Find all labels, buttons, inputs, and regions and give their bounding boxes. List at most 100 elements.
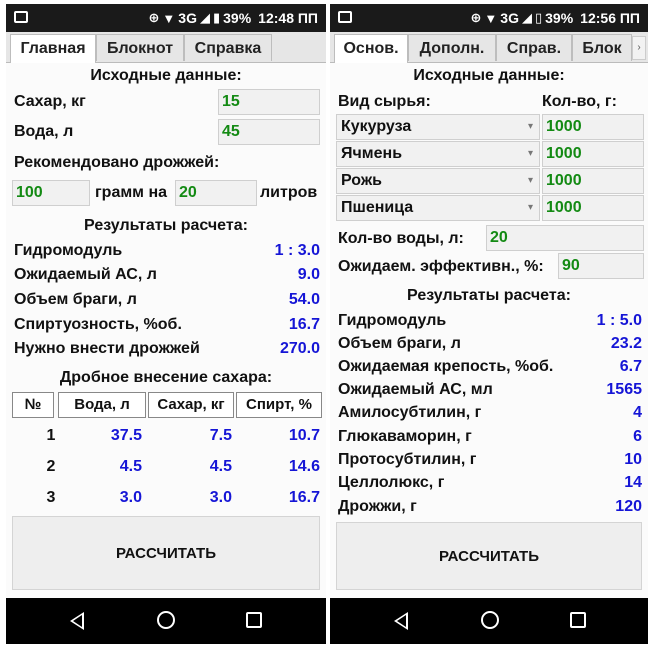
table-cell: 4.5: [209, 458, 232, 475]
tab-help[interactable]: Справ.: [496, 34, 572, 61]
table-cell: 16.7: [288, 489, 320, 506]
back-icon[interactable]: [394, 612, 408, 630]
result-value: 1 : 3.0: [274, 242, 320, 259]
table-header: №: [12, 392, 54, 418]
quantity-input[interactable]: 1000: [542, 141, 644, 167]
quantity-input[interactable]: 1000: [542, 114, 644, 140]
result-value: 4: [633, 404, 642, 421]
raw-material-select[interactable]: Пшеница ▾: [336, 195, 540, 221]
dropdown-arrow-icon: ▾: [527, 121, 533, 132]
raw-material-name: Пшеница: [341, 199, 414, 216]
battery-icon: ▯: [534, 10, 543, 25]
signal-icon: ◢: [521, 10, 532, 25]
result-value: 270.0: [279, 340, 320, 357]
tab-main[interactable]: Главная: [10, 34, 96, 63]
tab-bar: Главная Блокнот Справка: [6, 32, 326, 63]
yeast-heading: Рекомендовано дрожжей:: [14, 154, 220, 171]
raw-material-label: Вид сырья:: [338, 93, 431, 110]
calculate-button[interactable]: РАССЧИТАТЬ: [12, 516, 320, 590]
result-label: Амилосубтилин, г: [338, 404, 482, 421]
raw-material-select[interactable]: Кукуруза ▾: [336, 114, 540, 140]
tab-bar: Основ. Дополн. Справ. Блок ›: [330, 32, 648, 63]
back-icon[interactable]: [70, 612, 84, 630]
yeast-liters-input[interactable]: 20: [175, 180, 257, 206]
recent-apps-icon[interactable]: [570, 612, 586, 628]
water-label: Вода, л: [14, 123, 74, 140]
dropdown-arrow-icon: ▾: [527, 148, 533, 159]
status-bar: ⊕ ▼ 3G ◢ ▮ 39% 12:48 ПП: [6, 4, 326, 32]
image-notification-icon: [14, 11, 28, 23]
signal-icon: ◢: [199, 10, 210, 25]
result-label: Дрожжи, г: [338, 498, 417, 515]
efficiency-input[interactable]: 90: [558, 253, 644, 279]
battery-level: 39%: [223, 10, 252, 26]
input-heading: Исходные данные:: [413, 67, 565, 84]
result-value: 1 : 5.0: [596, 312, 642, 329]
tab-notepad[interactable]: Блокнот: [96, 34, 184, 61]
home-icon[interactable]: [481, 611, 499, 629]
table-header: Вода, л: [58, 392, 146, 418]
status-bar: ⊕ ▼ 3G ◢ ▯ 39% 12:56 ПП: [330, 4, 648, 32]
table-header: Сахар, кг: [148, 392, 234, 418]
network-type: 3G: [178, 10, 197, 26]
result-value: 14: [624, 474, 642, 491]
result-label: Гидромодуль: [338, 312, 447, 329]
recent-apps-icon[interactable]: [246, 612, 262, 628]
table-cell: 10.7: [288, 427, 320, 444]
result-value: 54.0: [288, 291, 320, 308]
result-label: Протосубтилин, г: [338, 451, 477, 468]
raw-material-select[interactable]: Рожь ▾: [336, 168, 540, 194]
input-heading: Исходные данные:: [90, 67, 242, 84]
table-cell: 1: [46, 427, 56, 444]
table-cell: 7.5: [209, 427, 232, 444]
nav-bar: [330, 598, 648, 644]
dropdown-arrow-icon: ▾: [527, 202, 533, 213]
calculate-button[interactable]: РАССЧИТАТЬ: [336, 522, 642, 590]
clock: 12:56 ПП: [580, 10, 640, 26]
table-cell: 14.6: [288, 458, 320, 475]
tab-extra[interactable]: Дополн.: [408, 34, 496, 61]
result-value: 10: [624, 451, 642, 468]
result-label: Ожидаемая крепость, %об.: [338, 358, 554, 375]
tab-notepad[interactable]: Блок: [572, 34, 632, 61]
table-cell: 3.0: [209, 489, 232, 506]
tab-help[interactable]: Справка: [184, 34, 272, 61]
sync-icon: ⊕: [148, 10, 160, 25]
quantity-input[interactable]: 1000: [542, 195, 644, 221]
image-notification-icon: [338, 11, 352, 23]
raw-material-name: Ячмень: [341, 145, 403, 162]
result-value: 16.7: [288, 316, 320, 333]
quantity-input[interactable]: 1000: [542, 168, 644, 194]
result-label: Нужно внести дрожжей: [14, 340, 200, 357]
water-input[interactable]: 20: [486, 225, 644, 251]
table-cell: 37.5: [110, 427, 142, 444]
raw-material-name: Кукуруза: [341, 118, 412, 135]
result-label: Объем браги, л: [14, 291, 137, 308]
result-label: Ожидаемый АС, мл: [338, 381, 493, 398]
raw-material-select[interactable]: Ячмень ▾: [336, 141, 540, 167]
phone-right: ⊕ ▼ 3G ◢ ▯ 39% 12:56 ПП Основ. Дополн. С…: [330, 4, 648, 644]
result-label: Спиртуозность, %об.: [14, 316, 182, 333]
quantity-label: Кол-во, г:: [542, 93, 617, 110]
result-value: 1565: [606, 381, 642, 398]
sugar-input[interactable]: 15: [218, 89, 320, 115]
sync-icon: ⊕: [470, 10, 482, 25]
grams-per-label: грамм на: [95, 184, 168, 201]
clock: 12:48 ПП: [258, 10, 318, 26]
water-label: Кол-во воды, л:: [338, 230, 464, 247]
water-input[interactable]: 45: [218, 119, 320, 145]
result-label: Ожидаемый АС, л: [14, 266, 157, 283]
result-value: 120: [615, 498, 642, 515]
table-cell: 3: [46, 489, 56, 506]
tab-basic[interactable]: Основ.: [334, 34, 408, 63]
yeast-grams-input[interactable]: 100: [12, 180, 90, 206]
battery-level: 39%: [545, 10, 574, 26]
home-icon[interactable]: [157, 611, 175, 629]
result-value: 23.2: [610, 335, 642, 352]
table-cell: 4.5: [119, 458, 142, 475]
tab-scroll-right-icon[interactable]: ›: [632, 36, 646, 60]
result-label: Гидромодуль: [14, 242, 123, 259]
table-header: Спирт, %: [236, 392, 322, 418]
table-cell: 3.0: [119, 489, 142, 506]
dropdown-arrow-icon: ▾: [527, 175, 533, 186]
